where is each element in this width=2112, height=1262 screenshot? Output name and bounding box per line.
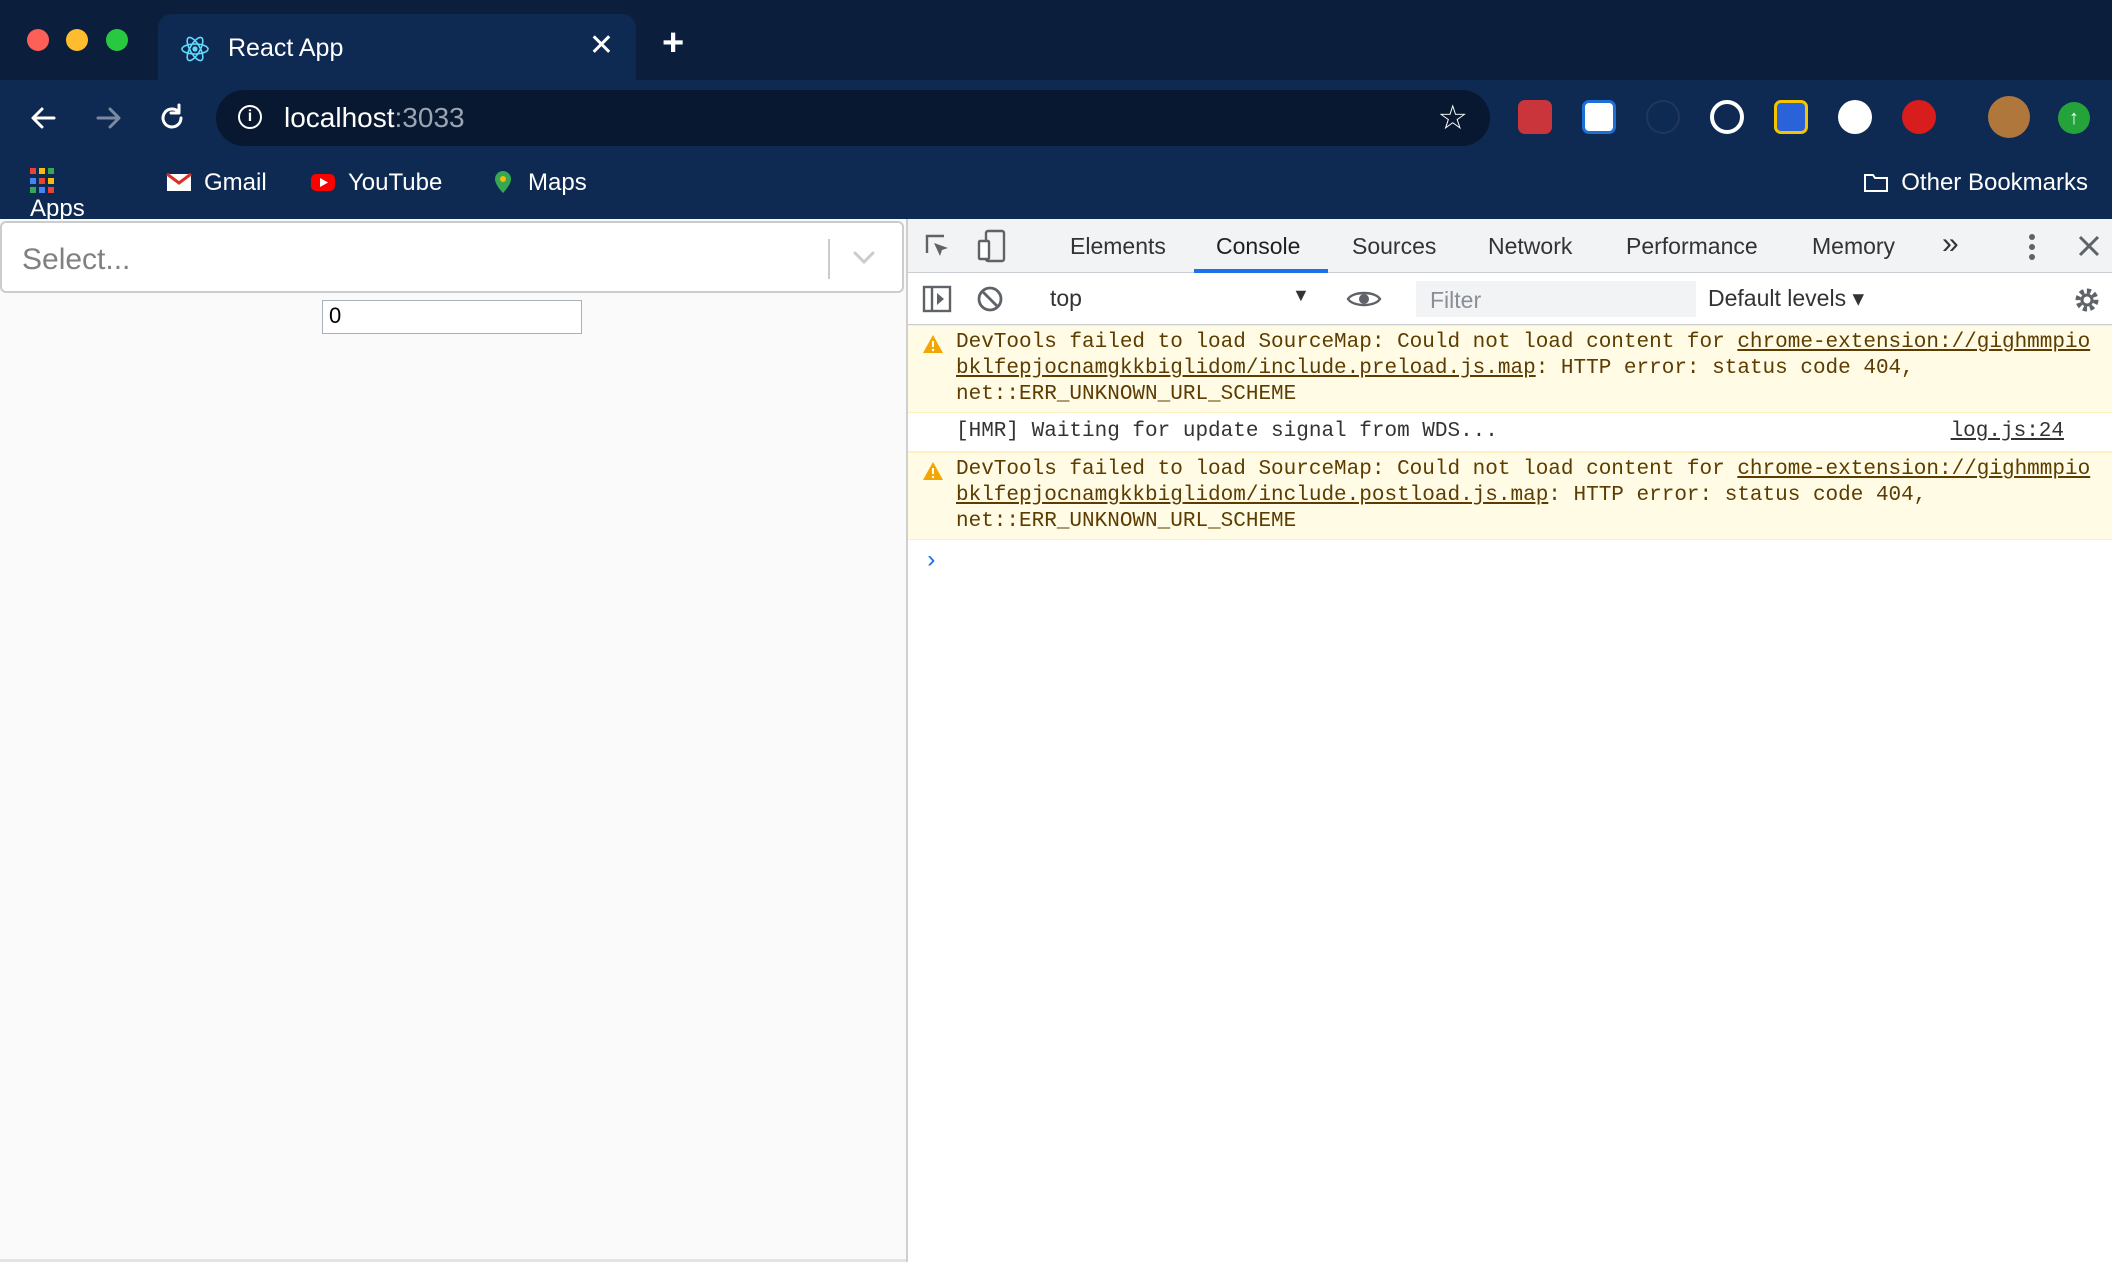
- extension-icon-3[interactable]: [1646, 100, 1680, 134]
- console-log-message: [HMR] Waiting for update signal from WDS…: [908, 413, 2112, 452]
- extension-icon-1[interactable]: [1518, 100, 1552, 134]
- console-warning: DevTools failed to load SourceMap: Could…: [908, 325, 2112, 413]
- address-bar[interactable]: i localhost:3033 ☆: [216, 90, 1490, 146]
- filter-placeholder: Filter: [1430, 287, 1482, 313]
- maximize-window-button[interactable]: [106, 29, 128, 51]
- console-toolbar: top ▼ Filter Default levels ▾: [908, 273, 2112, 325]
- log-levels-dropdown[interactable]: Default levels ▾: [1708, 285, 1864, 312]
- clear-console-icon[interactable]: [976, 285, 1004, 313]
- chevron-down-icon[interactable]: [850, 243, 878, 271]
- maps-pin-icon: [495, 171, 511, 193]
- reload-icon[interactable]: [150, 96, 194, 140]
- close-devtools-icon[interactable]: [2076, 233, 2102, 259]
- adblock-icon[interactable]: [1902, 100, 1936, 134]
- warning-icon: [923, 462, 943, 480]
- folder-icon: [1864, 174, 1889, 192]
- bookmark-gmail[interactable]: Gmail: [166, 168, 267, 198]
- minimize-window-button[interactable]: [66, 29, 88, 51]
- react-select-dropdown[interactable]: Select...: [0, 221, 904, 293]
- tab-performance[interactable]: Performance: [1626, 233, 1758, 260]
- react-icon: [181, 36, 209, 62]
- back-arrow-icon[interactable]: [22, 96, 66, 140]
- live-expression-eye-icon[interactable]: [1346, 287, 1382, 311]
- url-text[interactable]: localhost:3033: [284, 102, 465, 134]
- kebab-menu-icon[interactable]: [2026, 231, 2038, 263]
- youtube-icon: [311, 174, 335, 191]
- browser-chrome: React App ✕ + i localhost:3033 ☆ ↑ Apps: [0, 0, 2112, 222]
- tab-strip: React App ✕ +: [0, 0, 2112, 80]
- device-toggle-icon[interactable]: [976, 229, 1008, 263]
- extension-icon-5[interactable]: [1774, 100, 1808, 134]
- select-separator: [828, 239, 830, 279]
- extension-icon-2[interactable]: [1582, 100, 1616, 134]
- tab-network[interactable]: Network: [1488, 233, 1572, 260]
- console-log: DevTools failed to load SourceMap: Could…: [908, 325, 2112, 584]
- context-dropdown-icon[interactable]: ▼: [1292, 285, 1310, 306]
- apps-grid-icon: [30, 168, 56, 194]
- tab-elements[interactable]: Elements: [1070, 233, 1166, 260]
- forward-arrow-icon[interactable]: [86, 96, 130, 140]
- console-prompt-icon: ›: [924, 548, 939, 575]
- tab-title: React App: [228, 34, 344, 62]
- bookmark-other[interactable]: Other Bookmarks: [1863, 168, 2088, 198]
- more-tabs-icon[interactable]: »: [1942, 227, 1959, 261]
- update-arrow-icon[interactable]: ↑: [2058, 102, 2090, 134]
- devtools-panel: Elements Console Sources Network Perform…: [906, 219, 2112, 1262]
- settings-gear-icon[interactable]: [2072, 285, 2102, 315]
- number-input[interactable]: 0: [322, 300, 582, 334]
- bookmark-star-icon[interactable]: ☆: [1438, 100, 1468, 136]
- gmail-icon: [166, 172, 192, 191]
- bookmark-youtube[interactable]: YouTube: [310, 168, 442, 198]
- console-warning: DevTools failed to load SourceMap: Could…: [908, 452, 2112, 540]
- tab-console[interactable]: Console: [1216, 233, 1300, 260]
- page-viewport: Select... 0: [0, 219, 906, 1262]
- close-tab-icon[interactable]: ✕: [589, 30, 614, 62]
- extension-icon-4[interactable]: [1710, 100, 1744, 134]
- warning-icon: [923, 335, 943, 353]
- bookmark-maps[interactable]: Maps: [490, 168, 587, 198]
- tab-sources[interactable]: Sources: [1352, 233, 1436, 260]
- console-prompt-row[interactable]: ›: [908, 540, 2112, 584]
- tab-memory[interactable]: Memory: [1812, 233, 1895, 260]
- site-info-icon[interactable]: i: [238, 105, 262, 129]
- close-window-button[interactable]: [27, 29, 49, 51]
- context-select[interactable]: top: [1050, 285, 1082, 312]
- extension-icon-6[interactable]: [1838, 100, 1872, 134]
- sidebar-toggle-icon[interactable]: [922, 285, 952, 313]
- inspect-element-icon[interactable]: [922, 231, 954, 263]
- profile-avatar[interactable]: [1988, 96, 2030, 138]
- tab-react-app[interactable]: React App ✕: [158, 14, 636, 80]
- devtools-toolbar: Elements Console Sources Network Perform…: [908, 219, 2112, 273]
- log-source-link[interactable]: log.js:24: [1951, 419, 2064, 445]
- select-placeholder: Select...: [22, 243, 131, 276]
- bookmark-apps[interactable]: Apps: [30, 168, 85, 222]
- new-tab-button[interactable]: +: [662, 24, 684, 62]
- filter-input[interactable]: Filter: [1416, 281, 1696, 317]
